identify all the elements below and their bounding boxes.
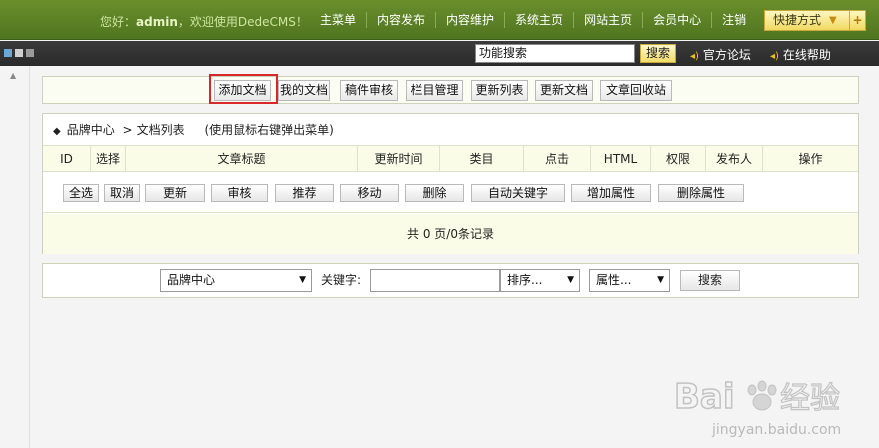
speaker-icon: ◂) [770, 51, 779, 62]
layout-toggle-icons [4, 49, 34, 57]
breadcrumb-separator: > [122, 123, 133, 137]
official-forum-link[interactable]: ◂) 官方论坛 [690, 46, 751, 63]
pagination-summary: 共 0 页/0条记录 [43, 214, 858, 254]
quick-menu-button[interactable]: 快捷方式 ▼ + [764, 10, 866, 31]
context-menu-hint: (使用鼠标右键弹出菜单) [204, 123, 334, 137]
nav-member-center[interactable]: 会员中心 [642, 12, 711, 28]
select-all-button[interactable]: 全选 [63, 184, 99, 202]
chevron-down-icon: ▼ [299, 275, 306, 285]
keyword-label: 关键字: [321, 273, 362, 287]
recommend-button[interactable]: 推荐 [275, 184, 334, 202]
greeting-suffix: ，欢迎使用DedeCMS！ [177, 15, 308, 29]
nav-content-publish[interactable]: 内容发布 [366, 12, 435, 28]
table-header: ID 选择 文章标题 更新时间 类目 点击 HTML 权限 发布人 操作 [43, 146, 858, 172]
highlight-outline [209, 74, 278, 104]
breadcrumb-root[interactable]: 品牌中心 [67, 123, 115, 137]
auto-keyword-button[interactable]: 自动关键字 [471, 184, 565, 202]
attribute-select-value: 属性... [596, 273, 632, 287]
document-list-panel: ◆ 品牌中心 > 文档列表 (使用鼠标右键弹出菜单) ID 选择 文章标题 更新时间… [42, 113, 859, 254]
online-help-label: 在线帮助 [782, 48, 831, 62]
layout-square-icon[interactable] [15, 49, 23, 57]
plus-icon[interactable]: + [849, 11, 865, 30]
delete-button[interactable]: 删除 [405, 184, 464, 202]
column-header: 文章标题 [126, 146, 358, 172]
layout-square-icon[interactable] [4, 49, 12, 57]
svg-text:jingyan.baidu.com: jingyan.baidu.com [711, 422, 841, 438]
greeting: 您好：admin，欢迎使用DedeCMS！ [100, 13, 308, 30]
update-list-button[interactable]: 更新列表 [471, 80, 528, 101]
manuscript-review-button[interactable]: 稿件审核 [340, 80, 398, 101]
top-nav: 主菜单 内容发布 内容维护 系统主页 网站主页 会员中心 注销 [310, 0, 756, 40]
function-search-button[interactable]: 搜索 [640, 44, 676, 63]
chevron-down-icon: ▼ [657, 275, 664, 285]
nav-content-maintain[interactable]: 内容维护 [435, 12, 504, 28]
my-documents-button[interactable]: 我的文档 [278, 80, 330, 101]
breadcrumb-current: 文档列表 [136, 123, 185, 137]
function-search-input[interactable]: 功能搜索 [475, 44, 635, 63]
top-bar: 您好：admin，欢迎使用DedeCMS！ 主菜单 内容发布 内容维护 系统主页… [0, 0, 879, 40]
speaker-icon: ◂) [690, 51, 699, 62]
search-submit-button[interactable]: 搜索 [680, 270, 740, 291]
add-attribute-button[interactable]: 增加属性 [571, 184, 651, 202]
official-forum-label: 官方论坛 [702, 48, 751, 62]
cancel-selection-button[interactable]: 取消 [104, 184, 140, 202]
svg-text:Bai: Bai [674, 377, 735, 417]
greeting-prefix: 您好： [100, 15, 137, 29]
svg-text:经验: 经验 [780, 381, 840, 416]
category-select-value: 品牌中心 [167, 273, 216, 287]
sub-bar: 功能搜索 搜索 ◂) 官方论坛 ◂) 在线帮助 [0, 41, 879, 66]
remove-attribute-button[interactable]: 删除属性 [658, 184, 744, 202]
column-header: 权限 [651, 146, 706, 172]
update-document-button[interactable]: 更新文档 [535, 80, 593, 101]
left-gutter: ▲ [0, 66, 30, 448]
article-recycle-button[interactable]: 文章回收站 [600, 80, 672, 101]
quick-menu-label: 快捷方式 [773, 13, 822, 27]
online-help-link[interactable]: ◂) 在线帮助 [770, 46, 831, 63]
column-header: 更新时间 [358, 146, 440, 172]
column-manage-button[interactable]: 栏目管理 [406, 80, 463, 101]
baidu-watermark-logo: Bai 经验 jingyan.baidu.com [673, 376, 841, 438]
document-toolbar: 添加文档 我的文档 稿件审核 栏目管理 更新列表 更新文档 文章回收站 [42, 76, 859, 104]
nav-main-menu[interactable]: 主菜单 [310, 12, 366, 28]
layout-square-icon[interactable] [26, 49, 34, 57]
nav-site-home[interactable]: 网站主页 [573, 12, 642, 28]
document-search-panel: 品牌中心 ▼ 关键字: 排序... ▼ 属性... ▼ 搜索 [42, 263, 859, 298]
breadcrumb: ◆ 品牌中心 > 文档列表 (使用鼠标右键弹出菜单) [43, 114, 858, 146]
category-select[interactable]: 品牌中心 ▼ [160, 269, 312, 292]
keyword-input[interactable] [370, 269, 500, 292]
sort-select[interactable]: 排序... ▼ [500, 269, 580, 292]
column-header: 选择 [91, 146, 126, 172]
column-header: HTML [591, 146, 651, 172]
chevron-down-icon: ▼ [829, 15, 837, 26]
update-button[interactable]: 更新 [145, 184, 205, 202]
username: admin [136, 15, 178, 29]
chevron-down-icon: ▼ [567, 275, 574, 285]
column-header: 操作 [798, 152, 823, 166]
attribute-select[interactable]: 属性... ▼ [589, 269, 670, 292]
nav-system-home[interactable]: 系统主页 [504, 12, 573, 28]
sort-select-value: 排序... [507, 273, 543, 287]
move-button[interactable]: 移动 [340, 184, 399, 202]
column-header: 类目 [440, 146, 524, 172]
review-button[interactable]: 审核 [211, 184, 268, 202]
bulk-actions-row: 全选 取消 更新 审核 推荐 移动 删除 自动关键字 增加属性 删除属性 [43, 172, 858, 213]
column-header: ID [43, 146, 91, 172]
column-header: 点击 [524, 146, 591, 172]
column-header: 发布人 [706, 146, 763, 172]
nav-logout[interactable]: 注销 [711, 12, 756, 28]
scroll-up-icon[interactable]: ▲ [10, 71, 16, 80]
diamond-icon: ◆ [53, 126, 61, 137]
